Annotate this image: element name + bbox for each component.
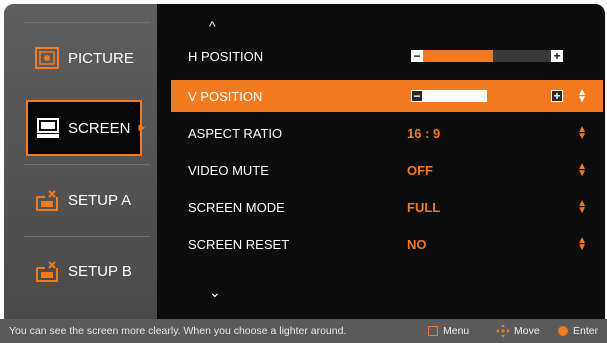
v-position-slider[interactable]: − +: [411, 90, 563, 102]
setup-icon: [34, 187, 60, 213]
sidebar-item-label: SETUP B: [68, 262, 132, 280]
sidebar-divider: [24, 236, 150, 237]
row-label: ASPECT RATIO: [188, 125, 283, 141]
move-arrows-icon: [496, 324, 510, 338]
h-position-slider[interactable]: − +: [411, 50, 563, 62]
menu-row-screen-reset[interactable]: SCREEN RESET NO ▲ ▼: [171, 228, 603, 260]
help-message: You can see the screen more clearly. Whe…: [9, 325, 347, 337]
row-value: NO: [407, 236, 427, 252]
scroll-down-icon[interactable]: ⌄: [209, 284, 221, 301]
sidebar-item-screen[interactable]: SCREEN ►: [26, 100, 147, 156]
enter-key-label: Enter: [573, 325, 599, 337]
sidebar-divider: [24, 164, 150, 165]
submenu-arrow-icon: ►: [136, 122, 148, 134]
up-down-arrows-icon: ▲ ▼: [577, 124, 587, 142]
up-down-arrows-icon: ▲ ▼: [577, 235, 587, 253]
sidebar-item-label: SCREEN: [68, 119, 131, 137]
menu-row-video-mute[interactable]: VIDEO MUTE OFF ▲ ▼: [171, 154, 603, 186]
menu-square-icon: [428, 326, 438, 336]
sidebar-item-setup-a[interactable]: SETUP A: [26, 173, 144, 227]
sidebar-item-setup-b[interactable]: SETUP B: [26, 244, 144, 298]
row-label: V POSITION: [188, 88, 263, 104]
row-label: H POSITION: [188, 48, 264, 64]
row-value: 16 : 9: [407, 125, 441, 141]
row-value: OFF: [407, 162, 433, 178]
slider-minus-icon[interactable]: −: [411, 90, 423, 102]
screen-icon: [36, 115, 60, 141]
menu-row-v-position[interactable]: V POSITION − + ▲ ▼: [171, 80, 603, 112]
row-value: FULL: [407, 199, 441, 215]
move-key-label: Move: [514, 325, 540, 337]
row-label: SCREEN RESET: [188, 236, 290, 252]
enter-dot-icon: [558, 326, 568, 336]
slider-fill: [423, 50, 494, 62]
up-down-arrows-icon: ▲ ▼: [577, 87, 587, 105]
menu-key-hint: Menu: [428, 325, 469, 337]
enter-key-hint: Enter: [558, 325, 598, 337]
slider-fill: [423, 90, 487, 102]
menu-key-label: Menu: [443, 325, 470, 337]
sidebar-item-label: SETUP A: [68, 191, 132, 209]
up-down-arrows-icon: ▲ ▼: [577, 198, 587, 216]
slider-plus-icon[interactable]: +: [551, 50, 563, 62]
slider-track: [423, 50, 551, 62]
row-label: VIDEO MUTE: [188, 162, 269, 178]
menu-row-h-position[interactable]: H POSITION − +: [171, 40, 603, 72]
scroll-up-icon[interactable]: ^: [209, 18, 216, 34]
sidebar-item-label: PICTURE: [68, 49, 134, 67]
row-label: SCREEN MODE: [188, 199, 285, 215]
slider-minus-icon[interactable]: −: [411, 50, 423, 62]
picture-icon: [34, 45, 60, 71]
up-down-arrows-icon: ▲ ▼: [577, 161, 587, 179]
move-key-hint: Move: [496, 324, 540, 338]
slider-plus-icon[interactable]: +: [551, 90, 563, 102]
menu-row-aspect-ratio[interactable]: ASPECT RATIO 16 : 9 ▲ ▼: [171, 117, 603, 149]
help-bar: You can see the screen more clearly. Whe…: [0, 319, 607, 343]
sidebar-item-picture[interactable]: PICTURE: [26, 31, 144, 85]
setup-icon: [34, 258, 60, 284]
menu-row-screen-mode[interactable]: SCREEN MODE FULL ▲ ▼: [171, 191, 603, 223]
osd-menu-window: PICTURE SCREEN ► SETUP A SETUP B ^ H POS…: [4, 4, 605, 319]
screen-settings-panel: ^ H POSITION − + V POSITION − + ▲ ▼ ASPEC…: [157, 4, 605, 319]
category-sidebar: PICTURE SCREEN ► SETUP A SETUP B: [4, 4, 157, 319]
slider-track: [423, 90, 551, 102]
sidebar-divider: [24, 22, 150, 23]
